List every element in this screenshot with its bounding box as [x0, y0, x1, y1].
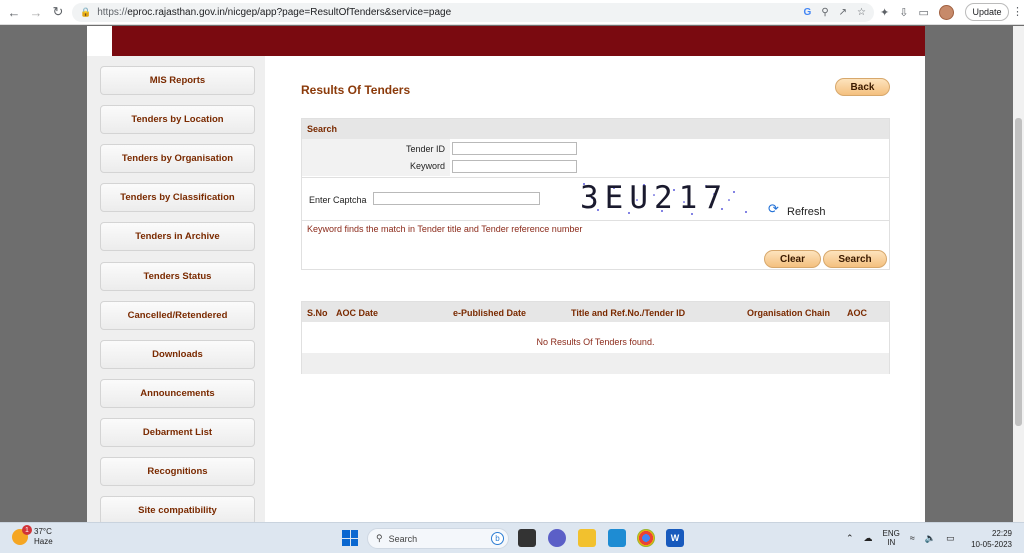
taskbar-search[interactable]: ⚲ Search b [367, 528, 509, 549]
browser-toolbar: ← → ↻ 🔒 https:// eproc.rajasthan.gov.in/… [0, 0, 1024, 25]
clock[interactable]: 22:29 10-05-2023 [970, 528, 1012, 550]
sidebar-item-debarment-list[interactable]: Debarment List [100, 418, 255, 447]
refresh-link[interactable]: Refresh [787, 206, 826, 218]
profile-avatar[interactable] [938, 5, 954, 20]
region-code: IN [887, 538, 896, 547]
sidebar-item-tenders-status[interactable]: Tenders Status [100, 262, 255, 291]
chat-icon[interactable] [548, 529, 566, 547]
windows-start-icon[interactable] [342, 530, 358, 546]
reload-icon[interactable]: ↻ [48, 2, 68, 22]
sidebar-item-mis-reports[interactable]: MIS Reports [100, 66, 255, 95]
keyword-label: Keyword [409, 161, 445, 171]
weather-description: Haze [34, 537, 53, 546]
lock-icon[interactable]: 🔒 [80, 7, 91, 18]
back-arrow-icon[interactable]: ← [4, 2, 24, 22]
sidebar-item-announcements[interactable]: Announcements [100, 379, 255, 408]
taskbar-search-label: Search [388, 533, 418, 544]
weather-sun-icon: 1 [12, 525, 32, 545]
captcha-section: Enter Captcha 3EU217 ⟳ Refresh [302, 177, 889, 221]
captcha-input[interactable] [373, 192, 540, 205]
share-icon[interactable]: ↗ [839, 7, 847, 18]
results-table: S.No AOC Date e-Published Date Title and… [301, 301, 890, 374]
column-header-aoc-date: AOC Date [336, 308, 379, 318]
sidebar-item-recognitions[interactable]: Recognitions [100, 457, 255, 486]
header-logo-area [87, 26, 112, 56]
sidebar-item-downloads[interactable]: Downloads [100, 340, 255, 369]
page-title: Results Of Tenders [301, 83, 411, 97]
search-panel: Search Tender ID Keyword Enter Captcha 3… [301, 118, 890, 270]
task-view-icon[interactable] [518, 529, 536, 547]
clear-button[interactable]: Clear [764, 250, 821, 268]
sidepanel-icon[interactable]: ▭ [918, 6, 928, 19]
star-icon[interactable]: ☆ [857, 7, 866, 18]
header-banner [112, 26, 925, 56]
language-indicator[interactable]: ENG IN [883, 529, 900, 547]
column-header-sno: S.No [307, 308, 328, 318]
tender-id-input[interactable] [452, 142, 577, 155]
forward-arrow-icon[interactable]: → [26, 2, 46, 22]
sidebar-item-site-compatibility[interactable]: Site compatibility [100, 496, 255, 522]
sidebar: MIS Reports Tenders by Location Tenders … [87, 56, 265, 522]
column-header-aoc: AOC [847, 308, 867, 318]
word-icon[interactable]: W [666, 529, 684, 547]
captcha-image: 3EU217 [580, 180, 728, 216]
update-button[interactable]: Update [965, 3, 1009, 21]
zoom-icon[interactable]: ⚲ [821, 7, 828, 18]
column-header-title: Title and Ref.No./Tender ID [571, 308, 686, 318]
captcha-label: Enter Captcha [309, 195, 367, 205]
file-explorer-icon[interactable] [578, 529, 596, 547]
sidebar-item-cancelled-retendered[interactable]: Cancelled/Retendered [100, 301, 255, 330]
scrollbar-thumb[interactable] [1015, 118, 1022, 426]
chrome-icon[interactable] [637, 529, 655, 547]
tray-chevron-icon[interactable]: ⌃ [846, 533, 854, 544]
page-viewport: MIS Reports Tenders by Location Tenders … [87, 26, 925, 522]
search-heading: Search [302, 119, 889, 139]
bing-icon[interactable]: b [491, 532, 504, 545]
volume-icon[interactable]: 🔈 [925, 533, 936, 544]
url-scheme: https:// [97, 7, 128, 18]
google-icon[interactable]: G [804, 7, 812, 18]
sidebar-item-tenders-by-classification[interactable]: Tenders by Classification [100, 183, 255, 212]
refresh-icon[interactable]: ⟳ [768, 201, 779, 217]
language-code: ENG [882, 529, 900, 538]
column-header-organisation: Organisation Chain [747, 308, 831, 318]
kebab-menu-icon[interactable]: ⋮ [1012, 5, 1023, 18]
url-text: eproc.rajasthan.gov.in/nicgep/app?page=R… [127, 7, 452, 18]
search-icon: ⚲ [376, 533, 383, 543]
clock-date: 10-05-2023 [971, 540, 1012, 549]
empty-results-message: No Results Of Tenders found. [536, 337, 655, 347]
system-tray: ⌃ ☁ ENG IN ≈ 🔈 ▭ [846, 529, 955, 547]
extensions-icon[interactable]: ✦ [880, 6, 889, 19]
notification-badge: 1 [22, 525, 32, 535]
address-bar[interactable]: 🔒 https:// eproc.rajasthan.gov.in/nicgep… [72, 3, 874, 22]
keyword-input[interactable] [452, 160, 577, 173]
back-button[interactable]: Back [835, 78, 890, 96]
page-scrollbar[interactable] [1013, 26, 1024, 522]
column-header-published-date: e-Published Date [453, 308, 527, 318]
taskbar: 1 37°C Haze ⚲ Search b W ⌃ ☁ ENG IN ≈ 🔈 … [0, 522, 1024, 553]
sidebar-item-tenders-by-organisation[interactable]: Tenders by Organisation [100, 144, 255, 173]
sidebar-item-tenders-in-archive[interactable]: Tenders in Archive [100, 222, 255, 251]
results-header: S.No AOC Date e-Published Date Title and… [302, 302, 889, 322]
clock-time: 22:29 [991, 529, 1012, 538]
store-icon[interactable] [608, 529, 626, 547]
tender-id-label: Tender ID [405, 144, 445, 154]
weather-temperature: 37°C [34, 527, 52, 536]
download-icon[interactable]: ⇩ [899, 6, 908, 19]
battery-icon[interactable]: ▭ [946, 533, 955, 544]
sidebar-item-tenders-by-location[interactable]: Tenders by Location [100, 105, 255, 134]
weather-widget[interactable]: 1 37°C Haze [12, 525, 53, 547]
search-button[interactable]: Search [823, 250, 887, 268]
keyword-hint: Keyword finds the match in Tender title … [307, 224, 583, 234]
cloud-icon[interactable]: ☁ [864, 533, 873, 544]
results-footer [302, 353, 889, 374]
wifi-icon[interactable]: ≈ [910, 533, 915, 543]
